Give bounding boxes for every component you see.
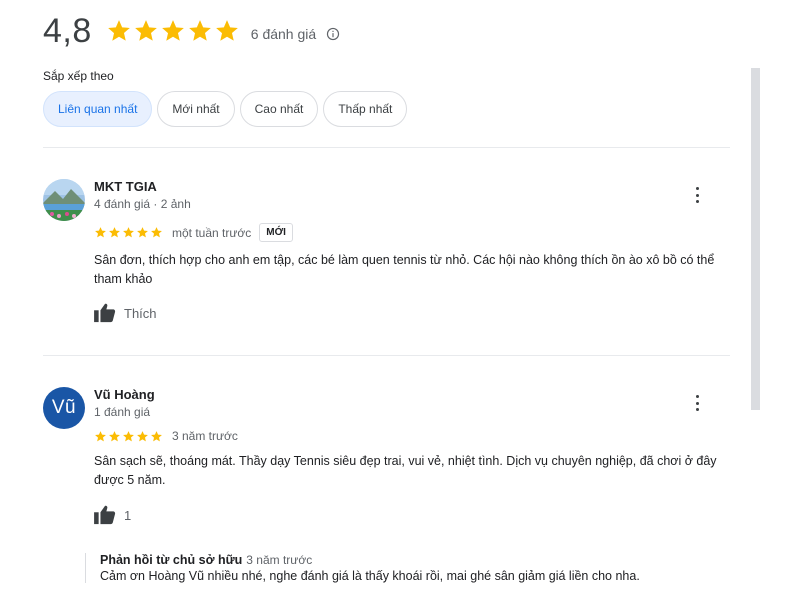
review-count: 6 đánh giá: [250, 26, 317, 42]
review-text: Sân đơn, thích hợp cho anh em tập, các b…: [94, 253, 715, 286]
scrollbar[interactable]: [751, 68, 760, 410]
divider: [43, 147, 730, 148]
review-time: một tuần trước: [172, 225, 252, 240]
review-rating: một tuần trước MỚI: [94, 223, 293, 242]
rating-stars: [106, 18, 241, 44]
review-rating: 3 năm trước: [94, 429, 238, 443]
star-icon: [123, 227, 134, 238]
star-icon: [107, 20, 130, 41]
star-icon: [215, 20, 238, 41]
average-rating: 4,8: [43, 12, 92, 50]
star-icon: [95, 430, 106, 441]
more-options-button[interactable]: [691, 185, 703, 205]
owner-reply-title: Phản hồi từ chủ sở hữu: [100, 553, 243, 567]
star-icon: [123, 430, 134, 441]
avatar-photo: [43, 179, 85, 221]
reviewer-meta: 1 đánh giá: [94, 405, 151, 419]
star-icon: [151, 227, 162, 238]
sort-chips: Liên quan nhất Mới nhất Cao nhất Thấp nh…: [43, 91, 412, 127]
more-options-button[interactable]: [691, 393, 703, 413]
sort-chip-lowest[interactable]: Thấp nhất: [323, 91, 408, 127]
divider: [43, 355, 730, 356]
review-stars: [94, 226, 164, 239]
review-text: Sân sạch sẽ, thoáng mát. Thầy dạy Tennis…: [94, 454, 717, 487]
star-icon: [109, 430, 120, 441]
thumbs-up-icon: [94, 505, 116, 525]
sort-label: Sắp xếp theo: [43, 69, 114, 83]
avatar[interactable]: [43, 179, 85, 221]
star-icon: [134, 20, 157, 41]
new-badge: MỚI: [259, 223, 293, 242]
rating-summary: 4,8 6 đánh giá: [43, 14, 340, 48]
like-button[interactable]: 1: [94, 505, 131, 525]
star-icon: [137, 430, 148, 441]
sort-chip-relevant[interactable]: Liên quan nhất: [43, 91, 153, 127]
owner-reply-header: Phản hồi từ chủ sở hữu 3 năm trước: [100, 553, 740, 567]
star-icon: [188, 20, 211, 41]
star-icon: [151, 430, 162, 441]
review-time: 3 năm trước: [172, 429, 238, 443]
info-icon[interactable]: [326, 27, 340, 41]
star-icon: [137, 227, 148, 238]
review-item: MKT TGIA 4 đánh giá · 2 ảnh một tuần trư…: [43, 179, 733, 339]
like-count: 1: [124, 507, 132, 523]
reviewer-name[interactable]: MKT TGIA: [94, 179, 157, 194]
thumbs-up-icon: [94, 303, 116, 323]
reviewer-name[interactable]: Vũ Hoàng: [94, 387, 155, 402]
sort-chip-newest[interactable]: Mới nhất: [157, 91, 235, 127]
avatar[interactable]: Vũ: [43, 387, 85, 429]
reviewer-meta: 4 đánh giá · 2 ảnh: [94, 197, 191, 211]
star-icon: [95, 227, 106, 238]
review-stars: [94, 430, 164, 443]
star-icon: [109, 227, 120, 238]
like-label: Thích: [124, 305, 157, 321]
owner-reply: Phản hồi từ chủ sở hữu 3 năm trước Cảm ơn…: [85, 553, 740, 583]
reviews-panel: 4,8 6 đánh giá Sắp xếp theo Liên quan nh…: [0, 0, 800, 600]
owner-reply-time: 3 năm trước: [246, 553, 313, 567]
sort-chip-highest[interactable]: Cao nhất: [239, 91, 319, 127]
owner-reply-text: Cảm ơn Hoàng Vũ nhiều nhé, nghe đánh giá…: [100, 569, 640, 583]
like-button[interactable]: Thích: [94, 303, 157, 323]
star-icon: [161, 20, 184, 41]
